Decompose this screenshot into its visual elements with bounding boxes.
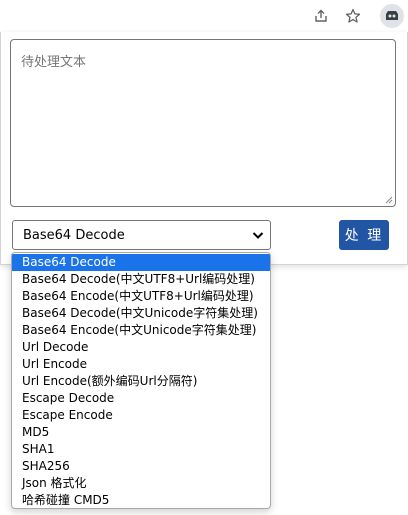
dropdown-option[interactable]: 哈希碰撞 CMD5: [12, 492, 270, 508]
extension-page: 待处理文本 Base64 Decode 处 理 Base64 Decode Bas…: [0, 0, 408, 515]
dropdown-option[interactable]: Json 格式化: [12, 475, 270, 492]
dropdown-option[interactable]: Base64 Decode: [12, 254, 270, 271]
dropdown-option[interactable]: Url Decode: [12, 339, 270, 356]
chevron-down-icon: [252, 232, 264, 239]
dropdown-option[interactable]: Base64 Decode(中文UTF8+Url编码处理): [12, 271, 270, 288]
text-input-placeholder: 待处理文本: [21, 55, 87, 70]
share-icon[interactable]: [311, 6, 331, 26]
mode-select-value: Base64 Decode: [23, 227, 125, 243]
extension-icon[interactable]: [380, 4, 404, 28]
mode-select[interactable]: Base64 Decode: [12, 220, 271, 250]
dropdown-option[interactable]: Escape Encode: [12, 407, 270, 424]
converter-popup: 待处理文本 Base64 Decode 处 理: [0, 32, 408, 265]
dropdown-option[interactable]: Url Encode: [12, 356, 270, 373]
dropdown-option[interactable]: Base64 Encode(中文UTF8+Url编码处理): [12, 288, 270, 305]
dropdown-option[interactable]: SHA1: [12, 441, 270, 458]
text-input[interactable]: 待处理文本: [10, 39, 396, 207]
resize-grip-icon[interactable]: [384, 195, 393, 204]
star-icon[interactable]: [343, 6, 363, 26]
browser-toolbar: [0, 0, 408, 32]
dropdown-option[interactable]: Base64 Encode(中文Unicode字符集处理): [12, 322, 270, 339]
dropdown-option[interactable]: SHA256: [12, 458, 270, 475]
dropdown-option[interactable]: MD5: [12, 424, 270, 441]
dropdown-option[interactable]: Base64 Decode(中文Unicode字符集处理): [12, 305, 270, 322]
dropdown-option[interactable]: Escape Decode: [12, 390, 270, 407]
process-button[interactable]: 处 理: [339, 220, 389, 250]
mode-dropdown-list: Base64 Decode Base64 Decode(中文UTF8+Url编码处…: [11, 252, 271, 509]
dropdown-option[interactable]: Url Encode(额外编码Url分隔符): [12, 373, 270, 390]
